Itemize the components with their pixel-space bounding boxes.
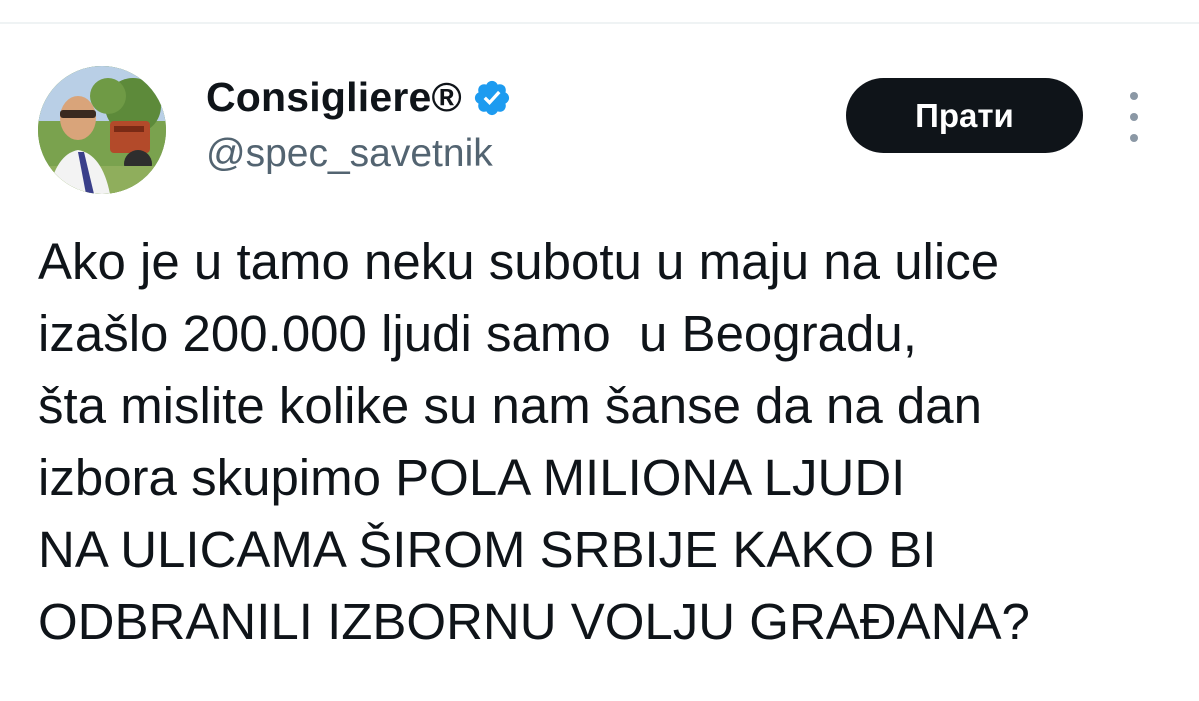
avatar-image: [38, 66, 166, 194]
tweet-line: izbora skupimo POLA MILIONA LJUDI: [38, 449, 906, 506]
author-avatar[interactable]: [38, 66, 166, 194]
more-dot: [1130, 134, 1138, 142]
author-display-name[interactable]: Consigliere®: [206, 74, 512, 121]
more-dot: [1130, 92, 1138, 100]
tweet-line: izašlo 200.000 ljudi samo u Beogradu,: [38, 305, 917, 362]
tweet-text: Ako je u tamo neku subotu u maju na ulic…: [38, 226, 1188, 658]
more-vertical-icon[interactable]: [1120, 92, 1148, 142]
author-handle[interactable]: @spec_savetnik: [206, 132, 493, 176]
tweet-line: Ako je u tamo neku subotu u maju na ulic…: [38, 233, 1000, 290]
tweet-line: ODBRANILI IZBORNU VOLJU GRAĐANA?: [38, 593, 1030, 650]
top-divider: [0, 22, 1199, 24]
follow-button[interactable]: Прати: [846, 78, 1083, 153]
verified-badge-icon: [472, 78, 512, 118]
more-dot: [1130, 113, 1138, 121]
tweet-line: šta mislite kolike su nam šanse da na da…: [38, 377, 982, 434]
display-name-text: Consigliere®: [206, 74, 462, 120]
tweet-line: NA ULICAMA ŠIROM SRBIJE KAKO BI: [38, 521, 937, 578]
